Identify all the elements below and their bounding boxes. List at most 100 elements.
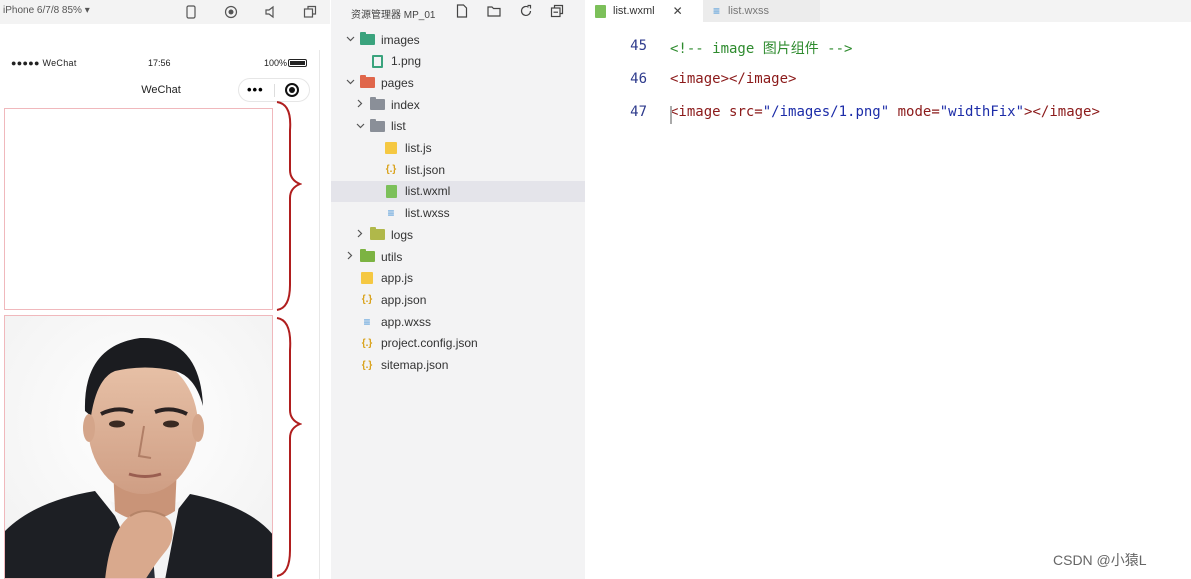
wxss-icon: ≡ <box>363 314 371 329</box>
phone-icon[interactable] <box>182 3 200 21</box>
folder-pages-icon <box>359 75 375 90</box>
chevron-down-icon[interactable] <box>345 34 355 45</box>
tree-item-label: pages <box>381 75 414 90</box>
js-icon <box>383 141 399 155</box>
line-number: 45 <box>630 38 647 54</box>
tree-item-label: list.js <box>405 141 432 155</box>
annotation-braces <box>276 101 302 577</box>
simulator-toolbar: iPhone 6/7/8 85% ▾ <box>0 0 330 24</box>
tree-item[interactable]: ≡ list.wxss <box>331 203 585 224</box>
tab-list-wxml[interactable]: list.wxml ✕ <box>585 0 703 22</box>
file-explorer: 资源管理器 MP_01 images 1.png pages index list lis… <box>331 0 585 579</box>
tree-item[interactable]: ≡ app.wxss <box>331 311 585 332</box>
new-file-icon[interactable] <box>453 2 471 20</box>
code-token: "/images/1.png" <box>762 104 890 120</box>
tree-item[interactable]: list.wxml <box>331 180 585 202</box>
new-folder-icon[interactable] <box>485 2 503 20</box>
tree-item-label: list.wxml <box>405 184 451 199</box>
png-icon <box>369 54 385 68</box>
refresh-icon[interactable] <box>517 2 535 20</box>
tree-item[interactable]: utils <box>331 246 585 267</box>
tab-label: list.wxml <box>613 5 655 17</box>
detach-window-icon[interactable] <box>301 3 319 21</box>
status-battery-text: 100% <box>264 58 288 68</box>
tab-label: list.wxss <box>728 5 769 17</box>
folder-utils-icon <box>359 249 375 264</box>
chevron-right-icon[interactable] <box>355 229 365 241</box>
tree-item-label: index <box>391 97 420 112</box>
chevron-down-icon[interactable] <box>345 77 355 88</box>
phone-status-bar: ●●●●● WeChat 17:56 100% <box>2 50 320 76</box>
code-text: <image></image> <box>670 71 796 87</box>
text-cursor <box>670 106 672 124</box>
json-icon: {.} <box>361 359 373 371</box>
chevron-right-icon[interactable] <box>355 99 365 111</box>
simulator-panel: iPhone 6/7/8 85% ▾ ●●●●● WeChat 17:56 10… <box>0 0 330 579</box>
close-miniprogram-button[interactable] <box>285 83 299 97</box>
tree-item[interactable]: images <box>331 29 585 50</box>
tree-item-label: app.json <box>381 292 427 307</box>
device-select[interactable]: iPhone 6/7/8 85% ▾ <box>3 5 90 16</box>
code-editor: list.wxml ✕ ≡ list.wxss 45 <!-- image 图片组… <box>585 0 1191 579</box>
tree-item-label: sitemap.json <box>381 358 449 372</box>
volume-icon[interactable] <box>262 3 280 21</box>
folder-images-icon <box>359 32 375 47</box>
tree-item-label: app.wxss <box>381 314 432 329</box>
close-icon[interactable]: ✕ <box>673 4 683 18</box>
tab-list-wxss[interactable]: ≡ list.wxss <box>703 0 820 22</box>
more-button[interactable]: ••• <box>247 82 264 97</box>
tree-item[interactable]: app.js <box>331 268 585 289</box>
tree-item[interactable]: 1.png <box>331 51 585 72</box>
json-icon: {.} <box>361 294 373 306</box>
menu-capsule: ••• <box>238 78 310 102</box>
tree-item[interactable]: {.} list.json <box>331 159 585 180</box>
folder-gray-icon <box>369 118 385 133</box>
chevron-right-icon[interactable] <box>345 251 355 263</box>
tree-item[interactable]: {.} sitemap.json <box>331 355 585 376</box>
code-text: <!-- image 图片组件 --> <box>670 38 852 58</box>
chevron-down-icon[interactable] <box>355 121 365 132</box>
js-icon <box>359 271 375 285</box>
tree-item[interactable]: index <box>331 94 585 115</box>
tree-item-label: list.wxss <box>405 206 450 221</box>
portrait-image-element <box>4 315 273 579</box>
wxml-file-icon <box>595 4 606 18</box>
json-icon: {.} <box>385 164 397 176</box>
line-number: 47 <box>630 104 647 120</box>
devtools-window: iPhone 6/7/8 85% ▾ ●●●●● WeChat 17:56 10… <box>0 0 1191 579</box>
tree-item-label: utils <box>381 249 403 264</box>
tree-item[interactable]: list.js <box>331 138 585 159</box>
watermark: CSDN @小猿L <box>1053 552 1147 568</box>
status-time: 17:56 <box>148 58 171 68</box>
collapse-all-icon[interactable] <box>548 2 566 20</box>
editor-tab-bar: list.wxml ✕ ≡ list.wxss <box>585 0 1191 22</box>
status-carrier: ●●●●● WeChat <box>11 58 77 68</box>
code-text: <image src="/images/1.png" mode="widthFi… <box>670 104 1100 120</box>
empty-image-element <box>4 108 273 310</box>
wxss-file-icon: ≡ <box>713 4 721 18</box>
battery-icon <box>288 59 307 67</box>
json-icon: {.} <box>361 337 373 349</box>
portrait-photo <box>5 316 272 578</box>
tree-item-label: images <box>381 32 420 47</box>
code-token: <image></image> <box>670 71 797 87</box>
code-token: "widthFix" <box>939 104 1025 120</box>
code-token: src= <box>729 104 763 120</box>
tree-item-label: list <box>391 119 406 134</box>
tree-item[interactable]: list <box>331 116 585 137</box>
explorer-title: 资源管理器 MP_01 <box>351 10 436 21</box>
tree-item-label: project.config.json <box>381 336 478 351</box>
folder-logs-icon <box>369 227 385 242</box>
code-token: ></image> <box>1024 104 1100 120</box>
tree-item-label: app.js <box>381 271 414 286</box>
code-token: <image <box>670 104 730 120</box>
tree-item[interactable]: {.} app.json <box>331 289 585 310</box>
explorer-header: 资源管理器 MP_01 <box>331 0 585 24</box>
record-icon[interactable] <box>222 3 240 21</box>
tree-item[interactable]: logs <box>331 224 585 245</box>
folder-gray-icon <box>369 97 385 112</box>
tree-item[interactable]: pages <box>331 72 585 93</box>
tree-item[interactable]: {.} project.config.json <box>331 333 585 354</box>
tree-item-label: list.json <box>405 162 446 177</box>
wxml-icon <box>383 184 399 198</box>
